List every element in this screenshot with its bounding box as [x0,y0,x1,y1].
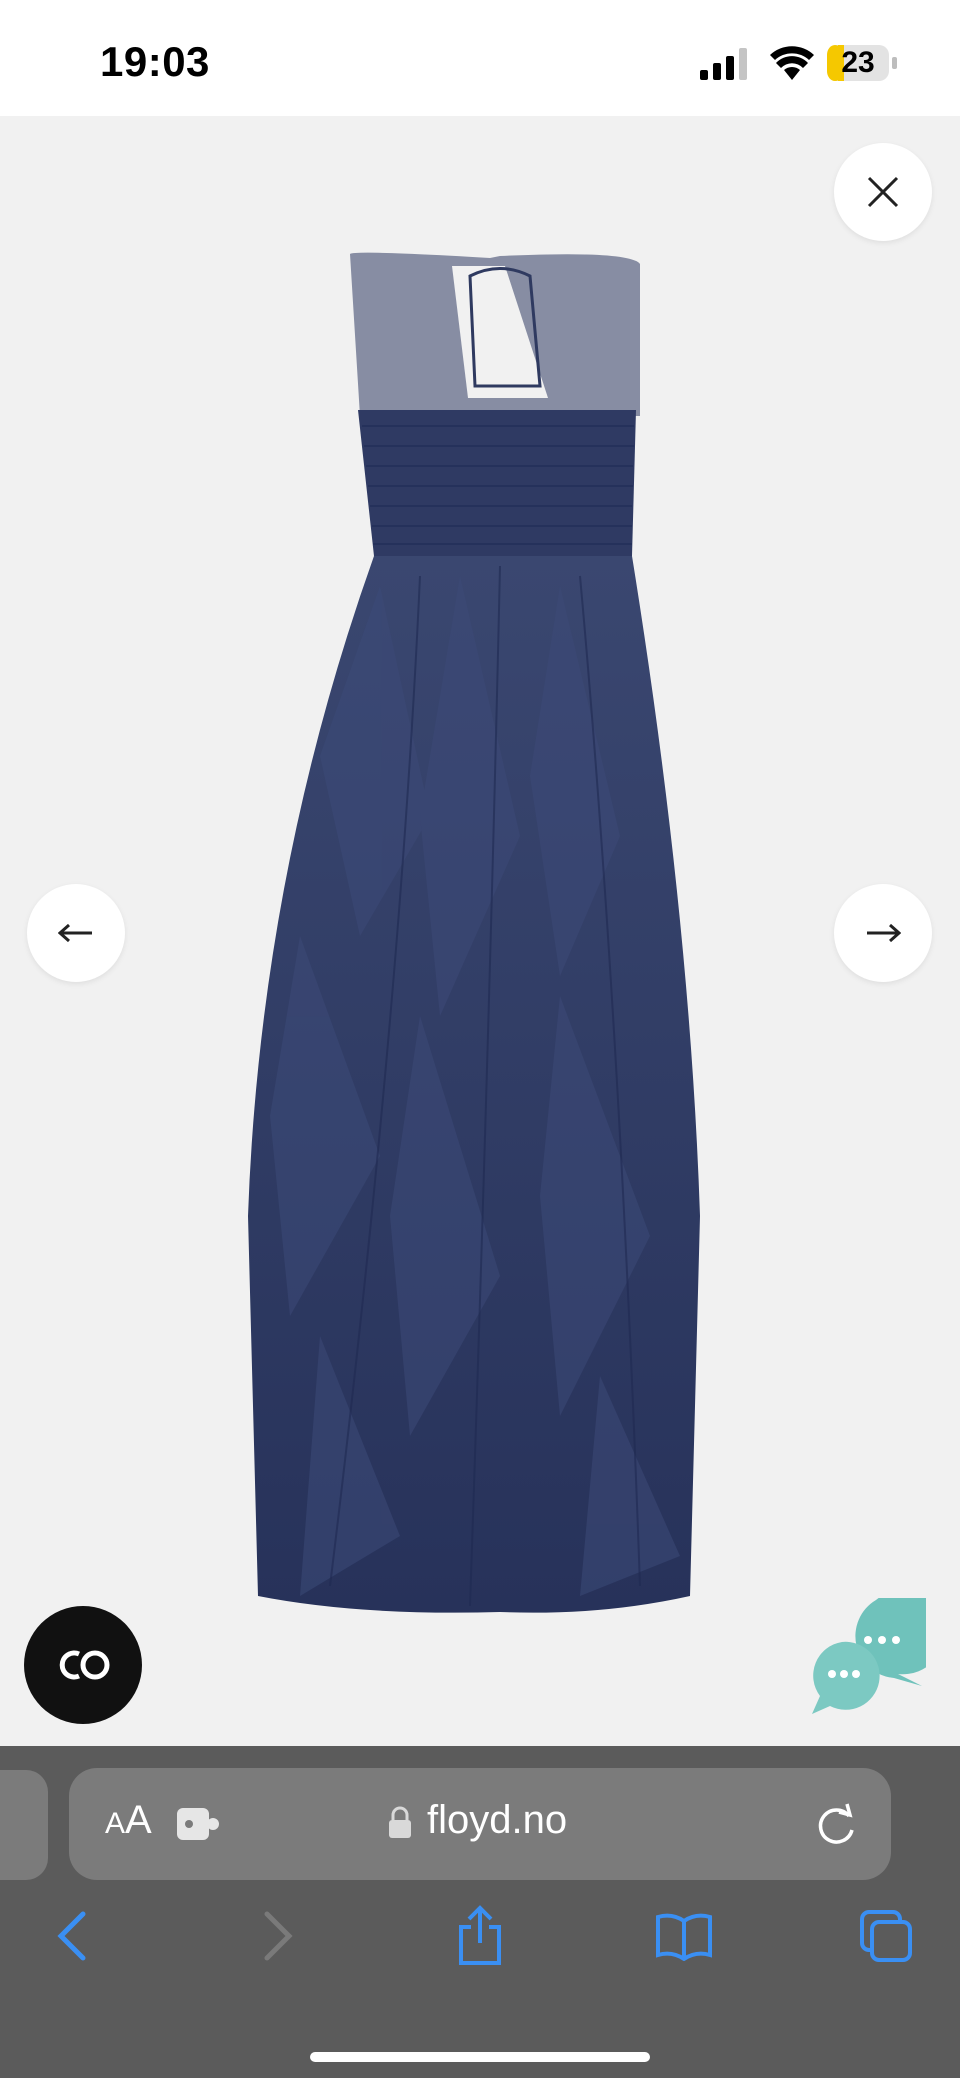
chat-bubbles-icon[interactable] [806,1598,926,1716]
product-image[interactable] [0,116,960,1746]
tabs-icon [860,1910,912,1962]
text-size-button[interactable]: AA [105,1798,152,1843]
home-indicator [310,2052,650,2062]
lock-icon [389,1806,411,1838]
reload-icon[interactable] [813,1800,859,1848]
arrow-right-icon [867,923,901,943]
previous-image-button[interactable] [27,884,125,982]
status-time: 19:03 [100,38,210,85]
next-image-button[interactable] [834,884,932,982]
close-icon [867,176,899,208]
co-logo-icon [59,1650,110,1680]
address-bar[interactable]: AA floyd.no [69,1768,891,1880]
url-text[interactable]: floyd.no [427,1798,567,1843]
browser-toolbar: AA floyd.no [0,1746,960,2078]
extension-icon[interactable] [175,1802,219,1846]
battery-level: 23 [841,46,875,79]
bookmarks-button[interactable] [644,1896,724,1976]
forward-button[interactable] [238,1896,318,1976]
share-button[interactable] [440,1896,520,1976]
back-icon [57,1911,86,1961]
status-bar: 19:03 23 [0,0,960,116]
arrow-left-icon [58,923,92,943]
tabs-button[interactable] [846,1896,926,1976]
bookmarks-icon [656,1913,712,1961]
close-button[interactable] [834,143,932,241]
share-icon [459,1905,501,1965]
product-image-gallery [0,116,960,1746]
cellular-signal-icon [700,48,747,80]
forward-icon [264,1911,293,1961]
previous-tab-preview[interactable] [0,1770,48,1880]
wifi-icon [770,46,814,80]
co-badge-button[interactable] [24,1606,142,1724]
back-button[interactable] [32,1896,112,1976]
browser-nav-row [0,1896,960,1996]
